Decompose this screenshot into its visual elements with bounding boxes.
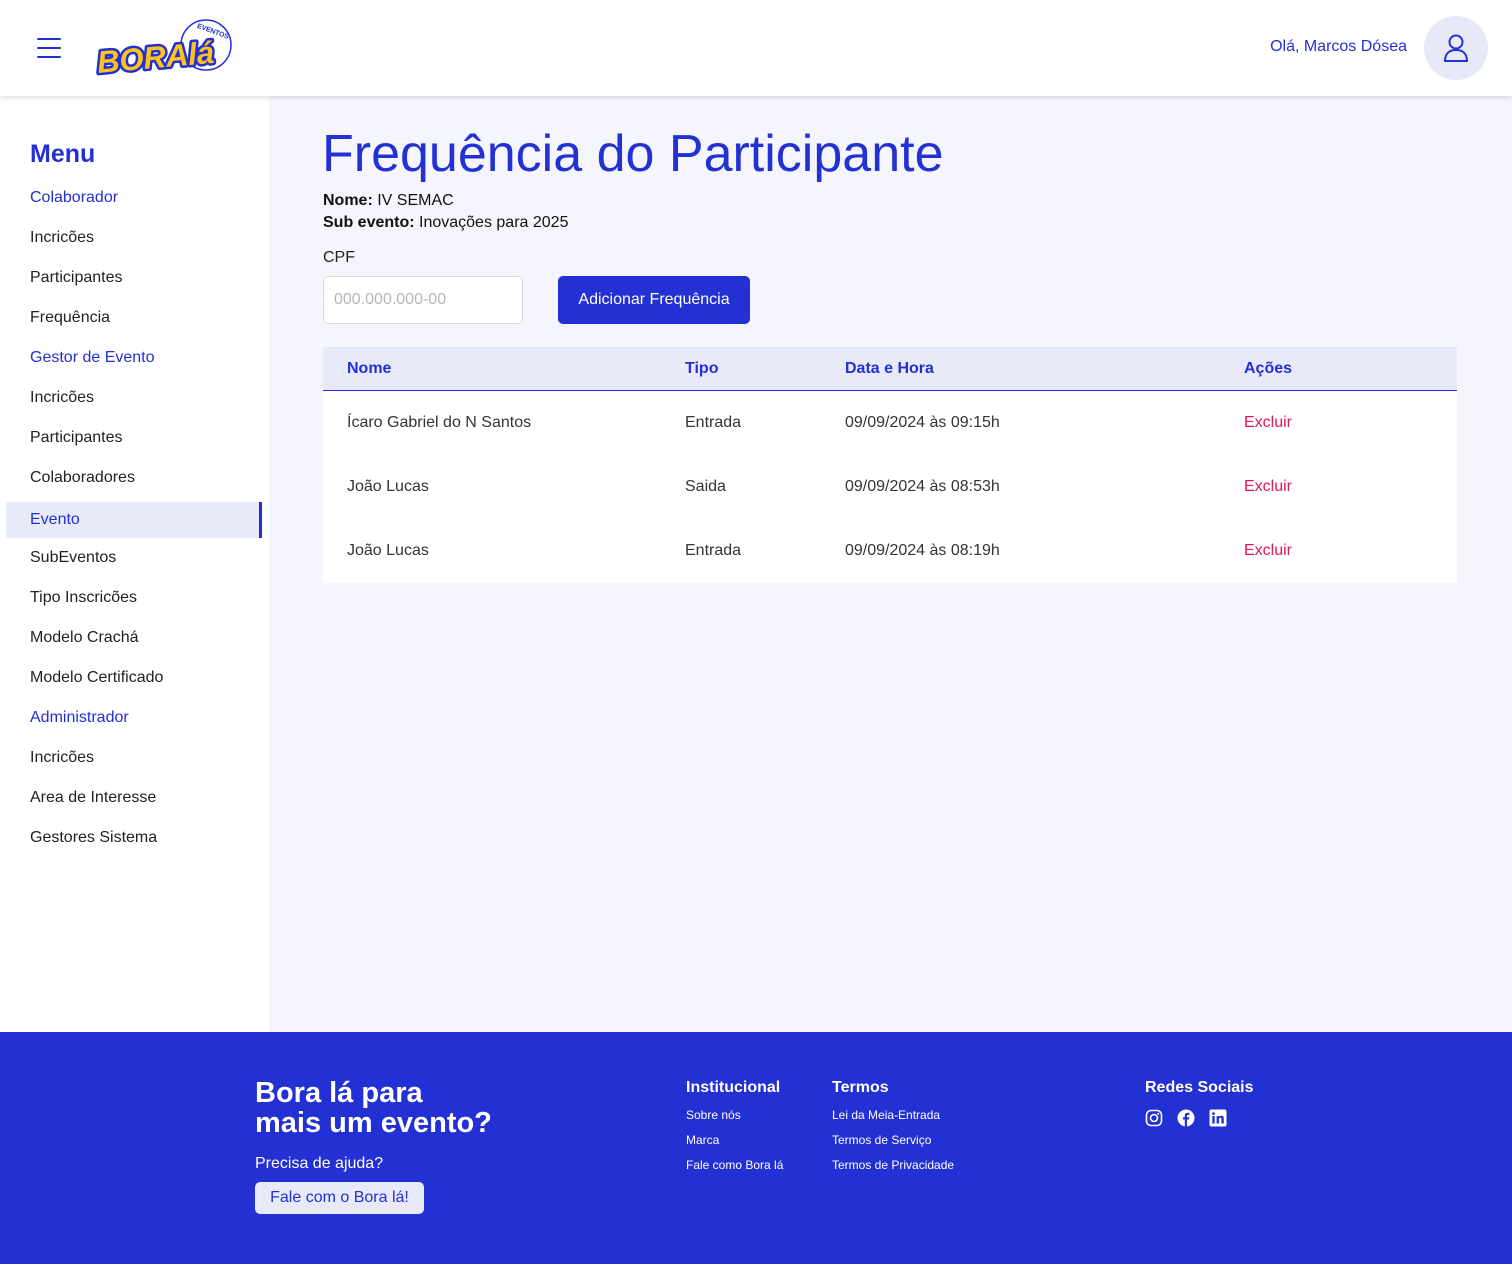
menu-title: Menu	[30, 140, 96, 168]
table-row: João Lucas Entrada 09/09/2024 às 08:19h …	[323, 519, 1457, 583]
column-header-data[interactable]: Data e Hora	[845, 360, 934, 378]
sidebar-item-incricoes[interactable]: Incricões	[6, 220, 262, 260]
sidebar-item-frequencia[interactable]: Frequência	[6, 300, 262, 340]
event-name-label: Nome:	[323, 192, 373, 209]
sidebar-section-gestor-de-evento[interactable]: Gestor de Evento	[6, 340, 262, 380]
svg-text:BORAlá: BORAlá	[96, 35, 216, 78]
menu-toggle-icon[interactable]	[37, 38, 61, 58]
cell-tipo: Entrada	[685, 542, 742, 559]
linkedin-icon[interactable]	[1209, 1109, 1227, 1127]
footer-termos-title: Termos	[832, 1079, 889, 1096]
table-row: Ícaro Gabriel do N Santos Entrada 09/09/…	[323, 391, 1457, 455]
sub-event-line: Sub evento: Inovações para 2025	[323, 214, 568, 232]
delete-link[interactable]: Excluir	[1244, 414, 1292, 432]
column-header-nome[interactable]: Nome	[347, 360, 391, 378]
menu-list: Colaborador Incricões Participantes Frequên…	[6, 180, 262, 860]
instagram-icon[interactable]	[1145, 1109, 1163, 1127]
facebook-icon[interactable]	[1177, 1109, 1195, 1127]
sidebar-item-participantes[interactable]: Participantes	[6, 420, 262, 460]
footer-link-marca[interactable]: Marca	[686, 1133, 719, 1147]
column-header-acoes: Ações	[1244, 360, 1293, 377]
sidebar-item-participantes[interactable]: Participantes	[6, 260, 262, 300]
event-name-line: Nome: IV SEMAC	[323, 192, 454, 210]
table-row: João Lucas Saida 09/09/2024 às 08:53h Ex…	[323, 455, 1457, 519]
user-greeting: Olá, Marcos Dósea	[1270, 38, 1407, 55]
sidebar-item-modelo-certificado[interactable]: Modelo Certificado	[6, 660, 262, 700]
table-body: Ícaro Gabriel do N Santos Entrada 09/09/…	[323, 391, 1457, 583]
cell-tipo: Saida	[685, 478, 726, 495]
sidebar-item-tipo-inscricoes[interactable]: Tipo Inscricões	[6, 580, 262, 620]
sidebar-item-area-de-interesse[interactable]: Area de Interesse	[6, 780, 262, 820]
cell-data: 09/09/2024 às 08:53h	[845, 478, 1000, 495]
bora-la-logo[interactable]: EVENTOS BORAlá BORAlá	[94, 18, 234, 78]
cell-data: 09/09/2024 às 08:19h	[845, 542, 1000, 559]
sidebar-item-incricoes[interactable]: Incricões	[6, 740, 262, 780]
footer-headline-line-2: mais um evento?	[255, 1107, 492, 1139]
sidebar-item-colaboradores[interactable]: Colaboradores	[6, 460, 262, 500]
sidebar-item-subeventos[interactable]: SubEventos	[6, 540, 262, 580]
column-header-tipo[interactable]: Tipo	[685, 360, 718, 378]
cell-nome: João Lucas	[347, 542, 429, 559]
sidebar-section-administrador[interactable]: Administrador	[6, 700, 262, 740]
table-header: Nome Tipo Data e Hora Ações	[323, 347, 1457, 391]
user-avatar[interactable]	[1424, 16, 1488, 80]
sidebar-item-gestores-sistema[interactable]: Gestores Sistema	[6, 820, 262, 860]
frequency-table: Nome Tipo Data e Hora Ações Ícaro Gabrie…	[323, 347, 1457, 583]
cell-nome: João Lucas	[347, 478, 429, 495]
contact-button[interactable]: Fale com o Bora lá!	[255, 1182, 424, 1214]
footer: Bora lá para mais um evento? Precisa de …	[0, 1032, 1512, 1264]
user-icon	[1444, 34, 1468, 62]
footer-link-meia-entrada[interactable]: Lei da Meia-Entrada	[832, 1108, 940, 1122]
footer-help-text: Precisa de ajuda?	[255, 1155, 384, 1172]
sidebar-item-modelo-cracha[interactable]: Modelo Crachá	[6, 620, 262, 660]
sidebar-section-colaborador[interactable]: Colaborador	[6, 180, 262, 220]
event-name-value: IV SEMAC	[377, 192, 454, 209]
top-header: EVENTOS BORAlá BORAlá Olá, Marcos Dósea	[0, 0, 1512, 96]
footer-headline: Bora lá para mais um evento?	[255, 1078, 492, 1138]
cell-data: 09/09/2024 às 09:15h	[845, 414, 1000, 431]
sub-event-value: Inovações para 2025	[419, 214, 569, 231]
delete-link[interactable]: Excluir	[1244, 542, 1292, 560]
sidebar-item-incricoes[interactable]: Incricões	[6, 380, 262, 420]
add-frequency-button[interactable]: Adicionar Frequência	[558, 276, 750, 324]
footer-link-termos-servico[interactable]: Termos de Serviço	[832, 1133, 931, 1147]
cell-tipo: Entrada	[685, 414, 742, 431]
footer-link-privacidade[interactable]: Termos de Privacidade	[832, 1158, 954, 1172]
footer-headline-line-1: Bora lá para	[255, 1077, 423, 1109]
sidebar-item-evento[interactable]: Evento	[6, 502, 262, 538]
sub-event-label: Sub evento:	[323, 214, 415, 231]
footer-institucional-title: Institucional	[686, 1079, 781, 1096]
cell-nome: Ícaro Gabriel do N Santos	[347, 414, 532, 431]
cpf-input[interactable]	[323, 276, 523, 324]
sidebar: Menu Colaborador Incricões Participantes Fr…	[0, 96, 269, 1032]
footer-link-fale[interactable]: Fale como Bora lá	[686, 1158, 783, 1172]
footer-link-sobre[interactable]: Sobre nós	[686, 1108, 741, 1122]
cpf-label: CPF	[323, 249, 355, 266]
footer-social-title: Redes Sociais	[1145, 1079, 1254, 1096]
page-title: Frequência do Participante	[322, 125, 944, 183]
delete-link[interactable]: Excluir	[1244, 478, 1292, 496]
